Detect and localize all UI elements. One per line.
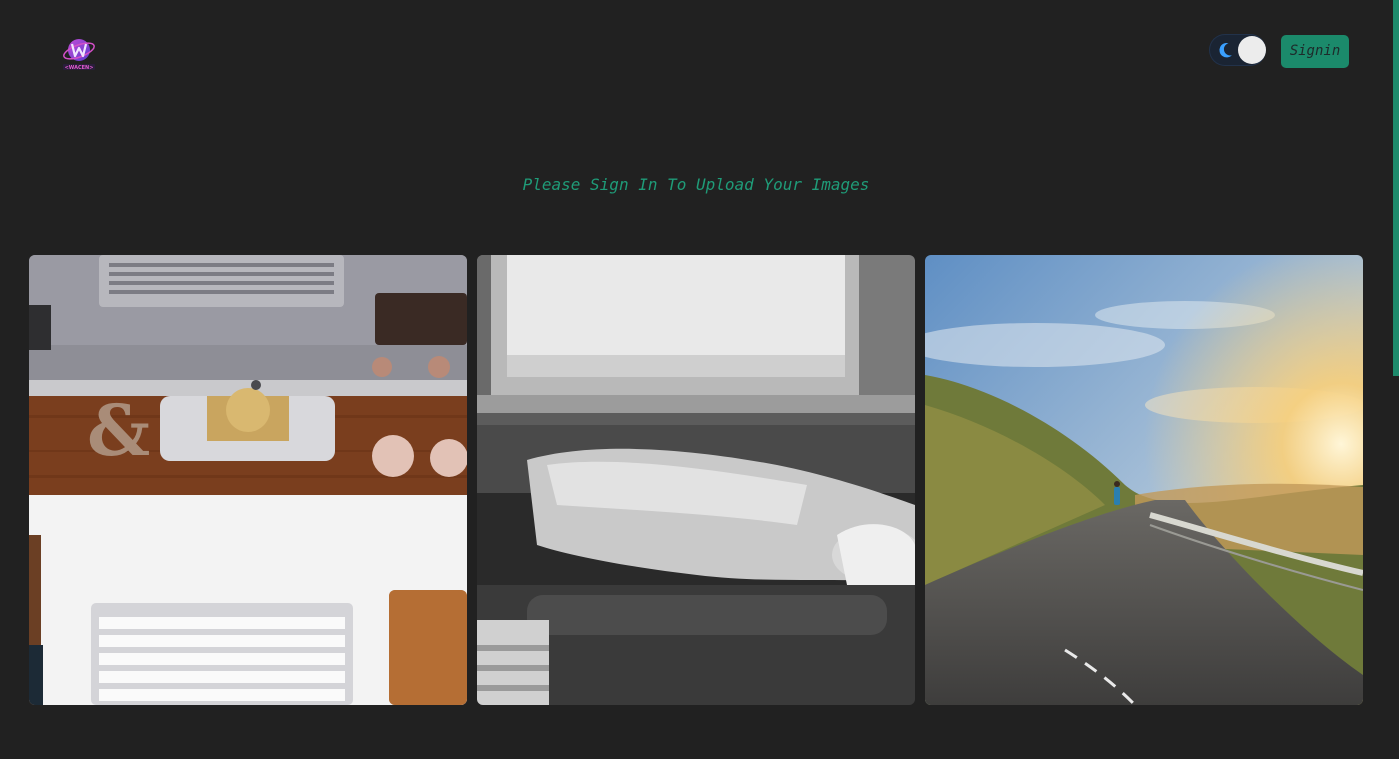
gallery-image-road[interactable] (925, 255, 1363, 705)
app-logo[interactable]: <WACEN> (61, 34, 97, 72)
signin-prompt: Please Sign In To Upload Your Images (522, 175, 870, 194)
coastal-road-sunset-photo (925, 255, 1363, 705)
desk-workspace-photo: & (29, 255, 467, 705)
theme-toggle[interactable] (1209, 34, 1266, 66)
gallery-image-window[interactable] (477, 255, 915, 705)
signin-button[interactable]: Signin (1281, 35, 1349, 68)
sleeping-woman-bw-photo (477, 255, 915, 705)
toggle-knob (1238, 36, 1266, 64)
logo-wordmark: <WACEN> (65, 65, 94, 71)
image-gallery: & (29, 255, 1363, 705)
scrollbar-thumb[interactable] (1393, 0, 1399, 376)
moon-icon (1215, 40, 1235, 60)
svg-text:&: & (87, 389, 150, 472)
gallery-image-desk[interactable]: & (29, 255, 467, 705)
page: <WACEN> Signin Please Sign In To Upload … (0, 0, 1399, 759)
